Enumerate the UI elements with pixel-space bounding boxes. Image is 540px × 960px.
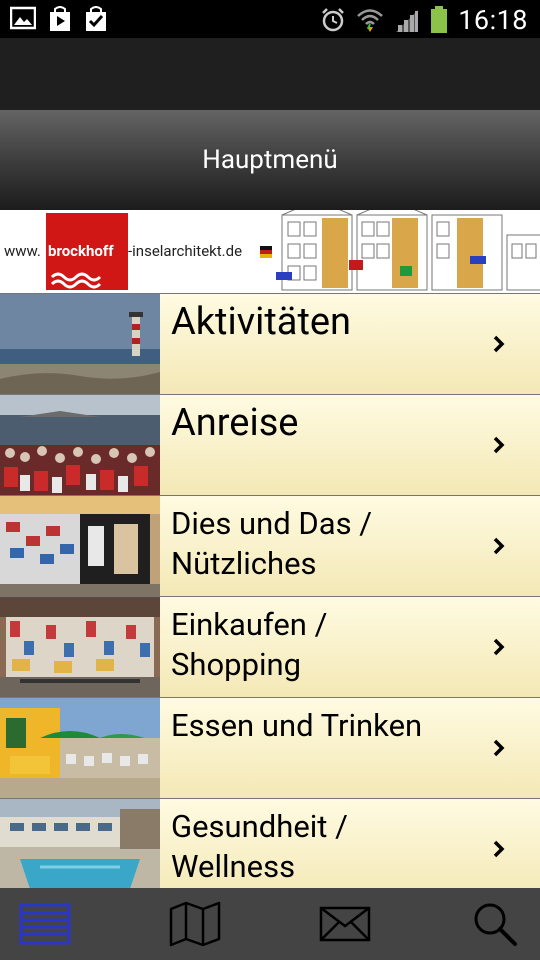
main-menu-list: Aktivitäten Anreise Dies und Das / Nützl… <box>0 293 540 899</box>
chevron-right-icon <box>493 739 505 757</box>
list-icon <box>19 903 71 945</box>
signal-icon <box>394 7 420 33</box>
chevron-right-icon <box>493 436 505 454</box>
bottom-navigation <box>0 888 540 960</box>
menu-item-label: Aktivitäten <box>171 300 352 344</box>
menu-item-label: Gesundheit / Wellness <box>171 808 348 885</box>
chevron-right-icon <box>493 537 505 555</box>
menu-item-aktivitaeten[interactable]: Aktivitäten <box>0 293 540 394</box>
tab-mail[interactable] <box>300 888 390 960</box>
menu-item-essen-und-trinken[interactable]: Essen und Trinken <box>0 697 540 798</box>
menu-thumbnail <box>0 496 160 596</box>
tab-list[interactable] <box>0 888 90 960</box>
battery-icon <box>430 6 448 34</box>
chevron-right-icon <box>493 638 505 656</box>
gallery-notification-icon <box>10 6 36 32</box>
menu-item-label: Essen und Trinken <box>171 707 423 744</box>
menu-thumbnail <box>0 698 160 798</box>
play-store-icon <box>48 6 72 32</box>
menu-thumbnail <box>0 597 160 697</box>
banner-domain: -inselarchitekt.de <box>128 242 243 260</box>
page-title-bar: Hauptmenü <box>0 110 540 210</box>
status-bar: 16:18 <box>0 0 540 38</box>
menu-item-gesundheit[interactable]: Gesundheit / Wellness <box>0 798 540 899</box>
building-illustration <box>252 210 540 293</box>
tab-map[interactable] <box>150 888 240 960</box>
menu-thumbnail <box>0 294 160 394</box>
menu-item-einkaufen[interactable]: Einkaufen / Shopping <box>0 596 540 697</box>
page-title: Hauptmenü <box>202 145 338 175</box>
menu-item-label: Dies und Das / Nützliches <box>171 505 373 582</box>
clock: 16:18 <box>458 4 528 36</box>
menu-thumbnail <box>0 395 160 495</box>
map-icon <box>169 901 221 947</box>
banner-prefix: www. <box>4 242 41 260</box>
menu-thumbnail <box>0 799 160 899</box>
mail-icon <box>319 906 371 942</box>
advertisement-banner[interactable]: www. brockhoff -inselarchitekt.de <box>0 210 540 293</box>
menu-item-label: Einkaufen / Shopping <box>171 606 328 683</box>
action-bar <box>0 38 540 111</box>
checklist-icon <box>84 6 108 32</box>
search-icon <box>474 903 517 946</box>
alarm-icon <box>320 7 346 33</box>
banner-brand: brockhoff <box>48 242 114 260</box>
chevron-right-icon <box>493 335 505 353</box>
menu-item-label: Anreise <box>171 401 299 445</box>
tab-search[interactable] <box>450 888 540 960</box>
chevron-right-icon <box>493 840 505 858</box>
wifi-icon <box>356 7 384 33</box>
menu-item-anreise[interactable]: Anreise <box>0 394 540 495</box>
menu-item-dies-und-das[interactable]: Dies und Das / Nützliches <box>0 495 540 596</box>
